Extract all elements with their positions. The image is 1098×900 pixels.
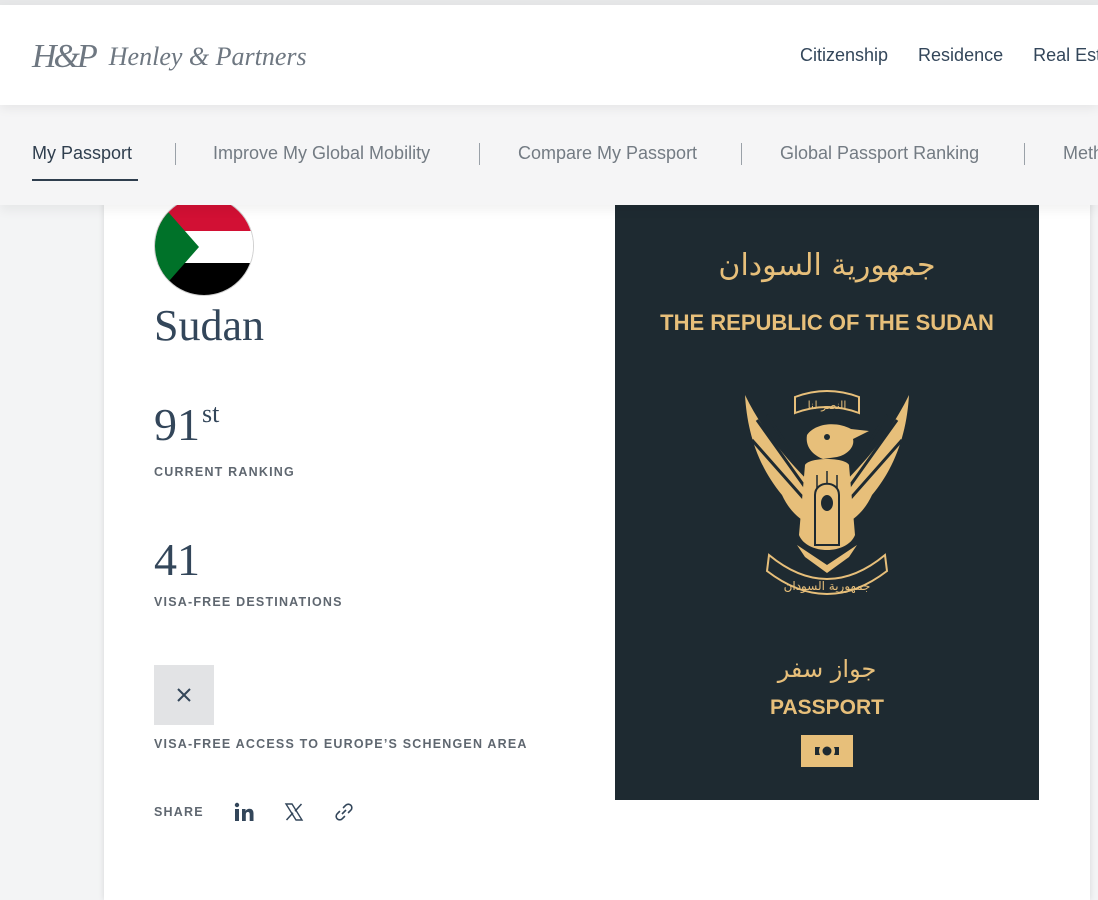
share-label: SHARE	[154, 805, 204, 819]
tab-global-ranking[interactable]: Global Passport Ranking	[780, 143, 979, 164]
nav-real-estate[interactable]: Real Estate	[1033, 45, 1098, 66]
emblem-banner-bottom: جمهورية السودان	[784, 579, 871, 594]
emblem-banner-top: النصر لنا	[808, 399, 847, 412]
coat-of-arms-icon: النصر لنا جمهورية السودان	[745, 390, 909, 595]
share-row: SHARE	[154, 800, 382, 824]
tab-improve-mobility[interactable]: Improve My Global Mobility	[213, 143, 430, 164]
active-tab-indicator	[32, 179, 138, 181]
ranking-value: 91st	[154, 399, 220, 450]
passport-card: Sudan 91st CURRENT RANKING 41 VISA-FREE …	[104, 180, 1090, 900]
passport-arabic-label: جواز سفر	[777, 655, 877, 683]
tab-divider	[175, 143, 176, 165]
passport-arabic-title: جمهورية السودان	[718, 248, 936, 283]
main-nav: Citizenship Residence Real Estate	[800, 45, 1098, 66]
nav-citizenship[interactable]: Citizenship	[800, 45, 888, 66]
linkedin-icon[interactable]	[232, 800, 256, 824]
tab-divider	[1024, 143, 1025, 165]
ranking-suffix: st	[202, 399, 220, 428]
schengen-status-badge	[154, 665, 214, 725]
tab-compare-passport[interactable]: Compare My Passport	[518, 143, 697, 164]
ranking-label: CURRENT RANKING	[154, 465, 295, 479]
x-twitter-icon[interactable]	[282, 800, 306, 824]
tab-divider	[479, 143, 480, 165]
passport-label: PASSPORT	[770, 696, 884, 719]
visa-free-count: 41	[154, 534, 200, 585]
nav-residence[interactable]: Residence	[918, 45, 1003, 66]
tab-methodology[interactable]: Methodology	[1063, 143, 1098, 164]
tab-divider	[741, 143, 742, 165]
logo-mark: H&P	[32, 38, 98, 75]
logo[interactable]: H&P Henley & Partners	[32, 35, 307, 79]
passport-title: THE REPUBLIC OF THE SUDAN	[660, 310, 994, 335]
tab-my-passport[interactable]: My Passport	[32, 143, 132, 164]
biometric-chip-icon	[801, 735, 853, 767]
ranking-number: 91	[154, 399, 200, 450]
visa-free-label: VISA-FREE DESTINATIONS	[154, 595, 343, 609]
passport-cover: جمهورية السودان THE REPUBLIC OF THE SUDA…	[615, 180, 1039, 800]
site-header: H&P Henley & Partners Citizenship Reside…	[0, 5, 1098, 105]
close-icon	[177, 688, 191, 702]
passport-subnav: My Passport Improve My Global Mobility C…	[0, 105, 1098, 205]
logo-text: Henley & Partners	[108, 42, 307, 71]
link-icon[interactable]	[332, 800, 356, 824]
country-name: Sudan	[154, 301, 264, 350]
schengen-label: VISA-FREE ACCESS TO EUROPE’S SCHENGEN AR…	[154, 737, 528, 751]
country-flag-icon	[154, 196, 254, 296]
